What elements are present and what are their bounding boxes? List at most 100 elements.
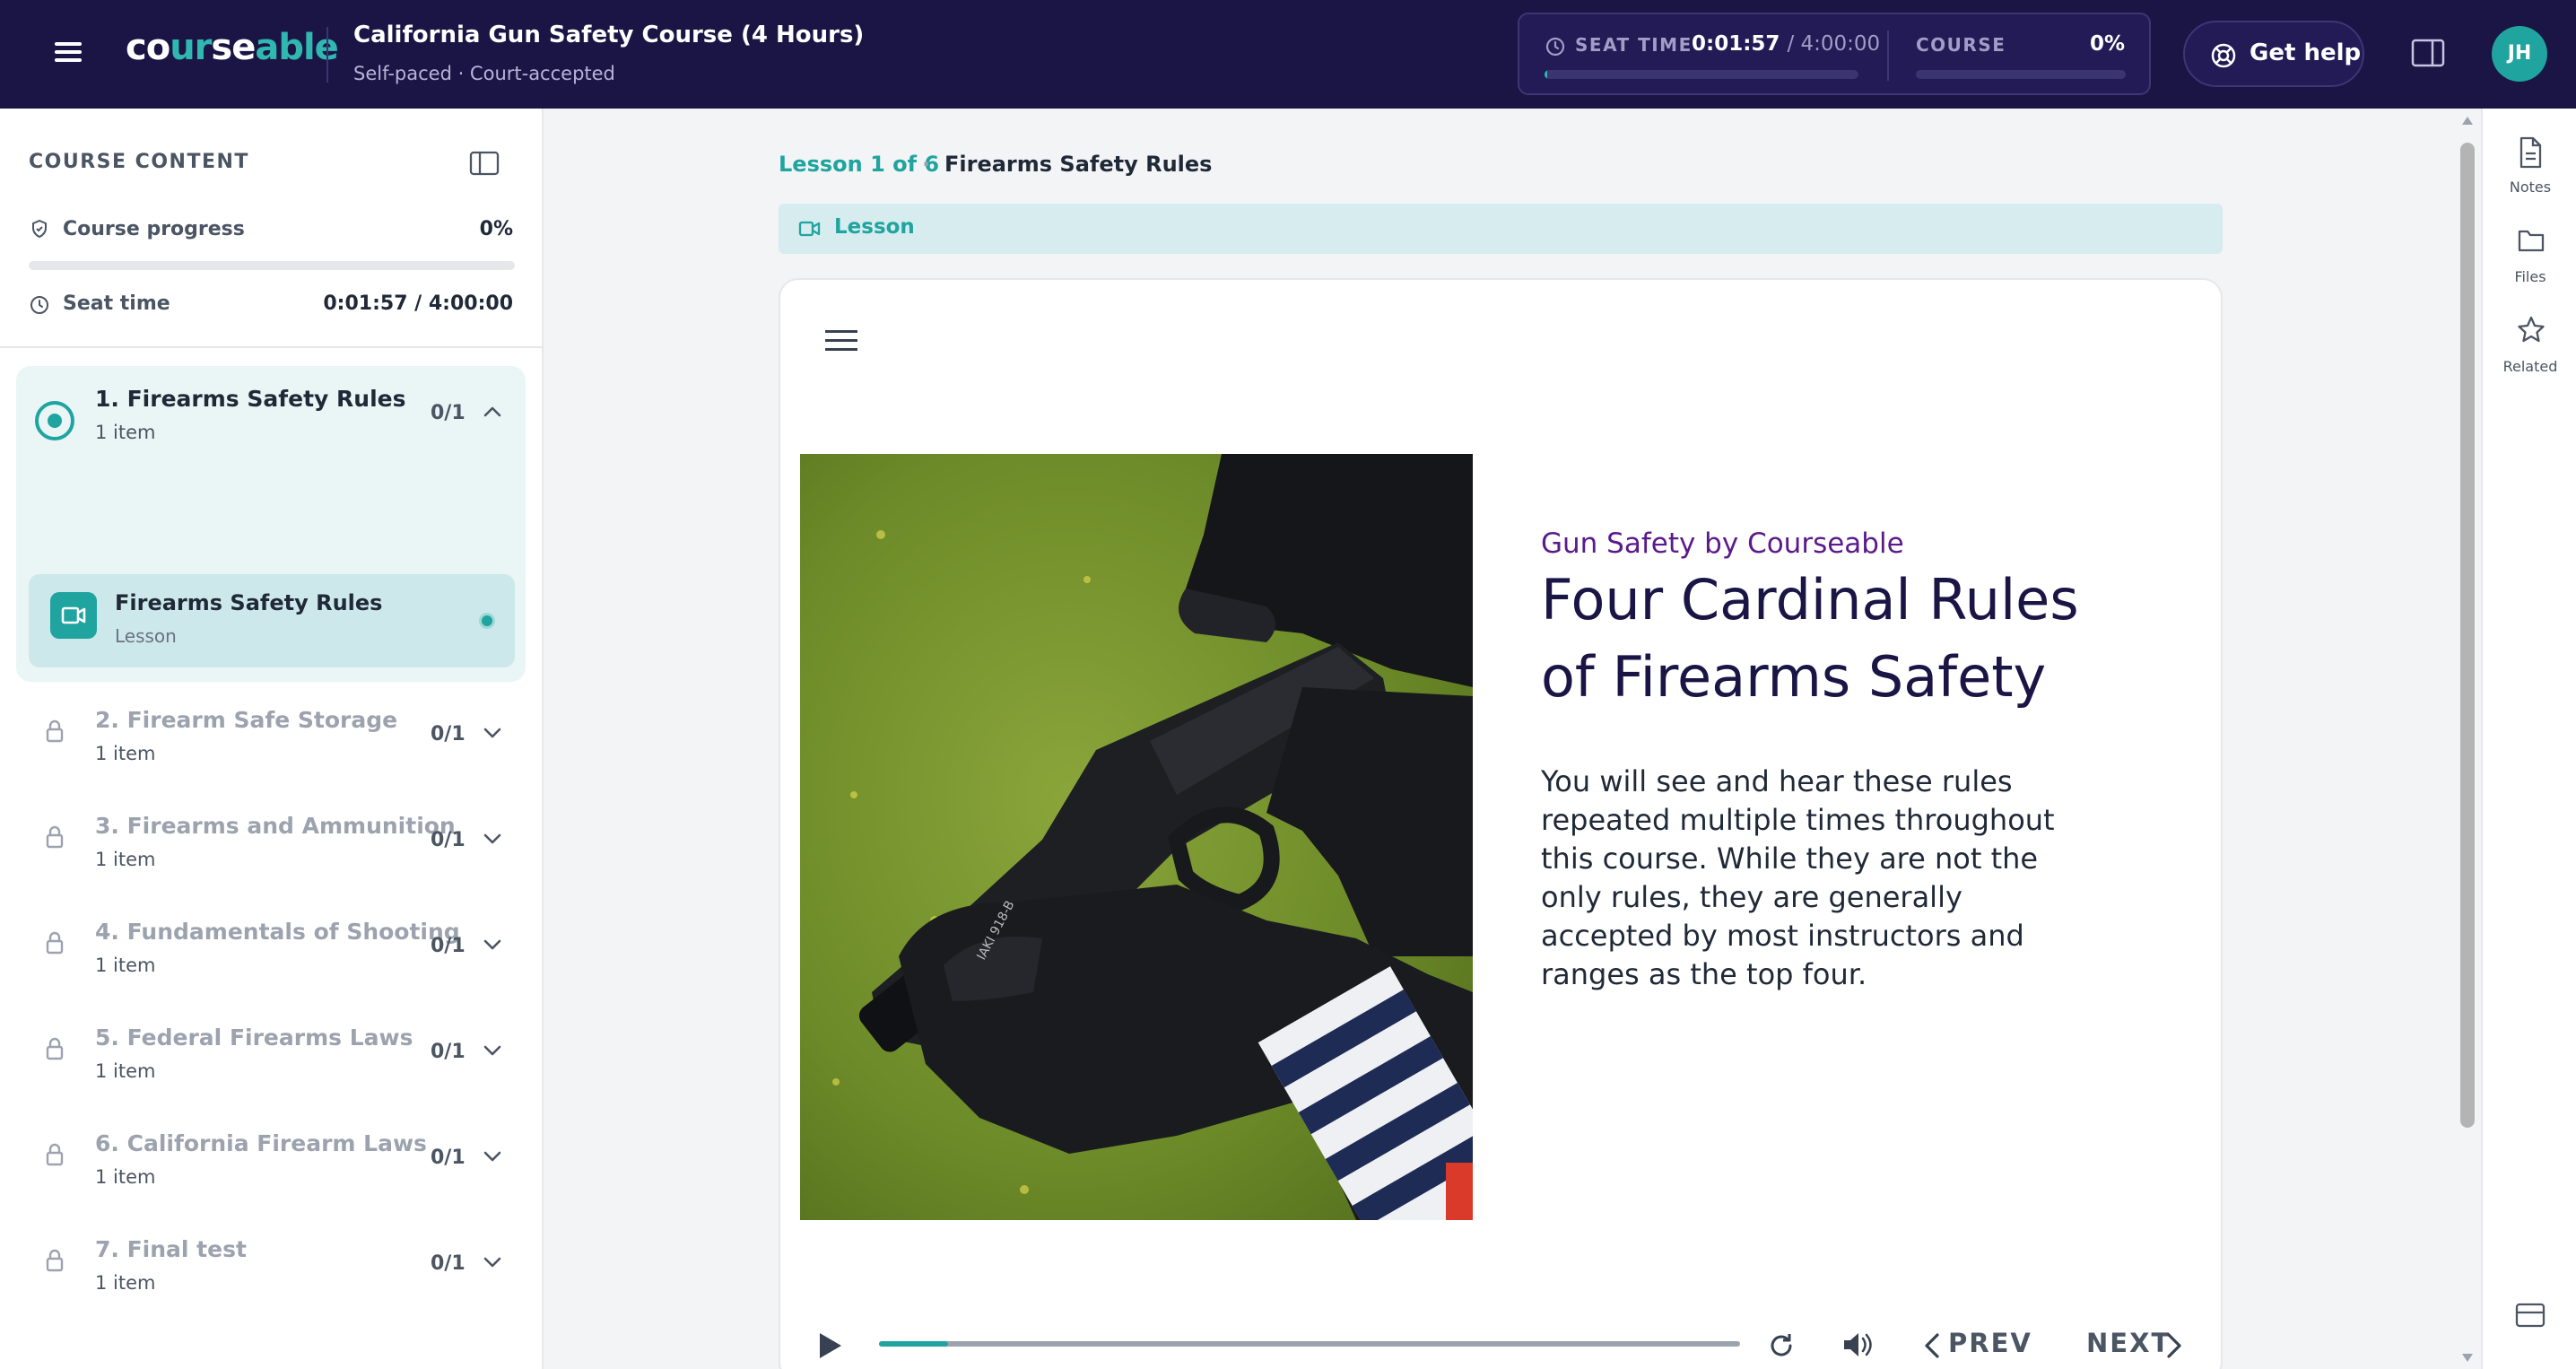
video-lesson-icon (50, 592, 97, 639)
seek-bar[interactable] (879, 1341, 1740, 1347)
seat-time-value: 0:01:57 / 4:00:00 (323, 292, 513, 315)
module-title: 1. Firearms Safety Rules (95, 386, 406, 412)
volume-icon[interactable] (1839, 1328, 1875, 1362)
prev-button[interactable]: PREV (1948, 1328, 2032, 1358)
module-item-5[interactable]: 5. Federal Firearms Laws 1 item 0/1 (0, 1005, 542, 1111)
module-item-6[interactable]: 6. California Firearm Laws 1 item 0/1 (0, 1111, 542, 1216)
module-title: 5. Federal Firearms Laws (95, 1025, 413, 1051)
menu-line (55, 42, 82, 46)
module-title: 7. Final test (95, 1236, 247, 1262)
module-title: 2. Firearm Safe Storage (95, 707, 398, 733)
module-subtitle: 1 item (95, 1272, 156, 1294)
course-progress-value: 0% (2090, 32, 2126, 56)
scrollbar[interactable] (2456, 109, 2479, 1369)
replay-icon[interactable] (1765, 1330, 1797, 1362)
module-count: 0/1 (431, 402, 466, 424)
expand-panel-icon[interactable] (2515, 1302, 2546, 1329)
notes-icon (2519, 136, 2542, 169)
rail-label: Files (2514, 268, 2546, 285)
seat-time-progress-fill (1545, 70, 1547, 79)
module-item-3[interactable]: 3. Firearms and Ammunition 1 item 0/1 (0, 793, 542, 899)
course-progress-label: Course progress (63, 218, 245, 240)
module-count: 0/1 (431, 1041, 466, 1063)
course-stats-panel: SEAT TIME 0:01:57 / 4:00:00 COURSE 0% (1518, 13, 2151, 95)
rail-label: Related (2502, 358, 2558, 375)
module-item-1[interactable]: 1. Firearms Safety Rules 1 item 0/1 (0, 366, 542, 472)
slide-menu-button[interactable] (825, 330, 859, 357)
module-item-2[interactable]: 2. Firearm Safe Storage 1 item 0/1 (0, 687, 542, 793)
stats-divider (1887, 31, 1889, 81)
next-button[interactable]: NEXT (2086, 1328, 2171, 1358)
top-bar: courseable California Gun Safety Course … (0, 0, 2576, 109)
module-title: 4. Fundamentals of Shooting (95, 919, 460, 945)
rail-item-related[interactable]: Related (2483, 315, 2576, 396)
play-icon[interactable] (814, 1330, 845, 1362)
scroll-down-arrow-icon[interactable] (2460, 1352, 2475, 1365)
shield-check-icon (32, 219, 47, 239)
seat-time-value: 0:01:57 / 4:00:00 (1692, 32, 1881, 56)
chevron-down-icon[interactable] (481, 721, 504, 745)
course-subtitle: Self-paced · Court-accepted (353, 63, 615, 84)
slide-heading: Four Cardinal Rules of Firearms Safety (1541, 567, 2079, 710)
lock-icon (46, 825, 64, 849)
breadcrumb-lesson-number[interactable]: Lesson 1 of 6 (779, 152, 939, 177)
get-help-button[interactable]: Get help (2183, 21, 2364, 87)
lesson-type-banner: Lesson (779, 204, 2223, 254)
chevron-down-icon[interactable] (481, 1251, 504, 1274)
lock-icon (46, 1037, 64, 1060)
chevron-down-icon[interactable] (481, 1039, 504, 1062)
lock-icon (46, 931, 64, 955)
module-count: 0/1 (431, 1252, 466, 1275)
collapse-sidebar-icon[interactable] (468, 150, 500, 177)
lock-icon (46, 719, 64, 743)
menu-line (825, 330, 857, 333)
header-divider (326, 27, 328, 83)
rail-label: Notes (2509, 179, 2552, 196)
rail-item-notes[interactable]: Notes (2483, 135, 2576, 216)
toggle-panel-icon[interactable] (2411, 38, 2445, 68)
chevron-down-icon[interactable] (481, 827, 504, 850)
chevron-up-icon[interactable] (481, 400, 504, 423)
lesson-title: Firearms Safety Rules (115, 590, 383, 615)
right-tools-rail: Notes Files Related (2481, 109, 2576, 1369)
chevron-down-icon[interactable] (481, 933, 504, 956)
video-icon (798, 221, 821, 237)
scrollbar-thumb[interactable] (2460, 143, 2475, 1128)
star-icon (2518, 316, 2545, 343)
module-subtitle: 1 item (95, 1166, 156, 1188)
courseable-logo[interactable]: courseable (126, 27, 339, 68)
clock-icon (1545, 37, 1565, 57)
lesson-item-firearms-safety-rules[interactable]: Firearms Safety Rules Lesson (29, 574, 515, 667)
module-count: 0/1 (431, 829, 466, 851)
breadcrumb-lesson-title: Firearms Safety Rules (944, 152, 1213, 177)
sidebar-divider (0, 346, 542, 348)
course-progress-bar (1916, 70, 2126, 79)
folder-icon (2518, 230, 2545, 252)
course-content-sidebar: COURSE CONTENT Course progress 0% Seat t… (0, 109, 544, 1369)
module-subtitle: 1 item (95, 849, 156, 870)
chevron-down-icon[interactable] (481, 1145, 504, 1168)
user-avatar[interactable]: JH (2492, 26, 2547, 82)
chevron-left-icon[interactable] (1921, 1331, 1943, 1360)
course-title: California Gun Safety Course (4 Hours) (353, 22, 865, 48)
lesson-type: Lesson (115, 625, 177, 647)
module-item-7[interactable]: 7. Final test 1 item 0/1 (0, 1216, 542, 1322)
slide-body-text: You will see and hear these rules repeat… (1541, 764, 2055, 991)
module-item-4[interactable]: 4. Fundamentals of Shooting 1 item 0/1 (0, 899, 542, 1005)
module-title: 6. California Firearm Laws (95, 1130, 427, 1156)
rail-item-files[interactable]: Files (2483, 225, 2576, 306)
menu-line (55, 50, 82, 54)
course-progress-label: COURSE (1916, 34, 2006, 56)
seat-time-progress-bar (1545, 70, 1858, 79)
hamburger-menu-button[interactable] (50, 36, 86, 72)
module-subtitle: 1 item (95, 422, 156, 443)
breadcrumb-separator: · (922, 152, 931, 177)
scroll-up-arrow-icon[interactable] (2460, 114, 2475, 126)
slide-photo-handgun: IAKI 918-B (800, 454, 1473, 1220)
chevron-right-icon[interactable] (2163, 1331, 2185, 1360)
sidebar-title: COURSE CONTENT (29, 151, 249, 173)
lock-icon (46, 1249, 64, 1272)
module-count: 0/1 (431, 1147, 466, 1169)
course-progress-value: 0% (479, 218, 513, 240)
clock-icon (30, 296, 48, 314)
